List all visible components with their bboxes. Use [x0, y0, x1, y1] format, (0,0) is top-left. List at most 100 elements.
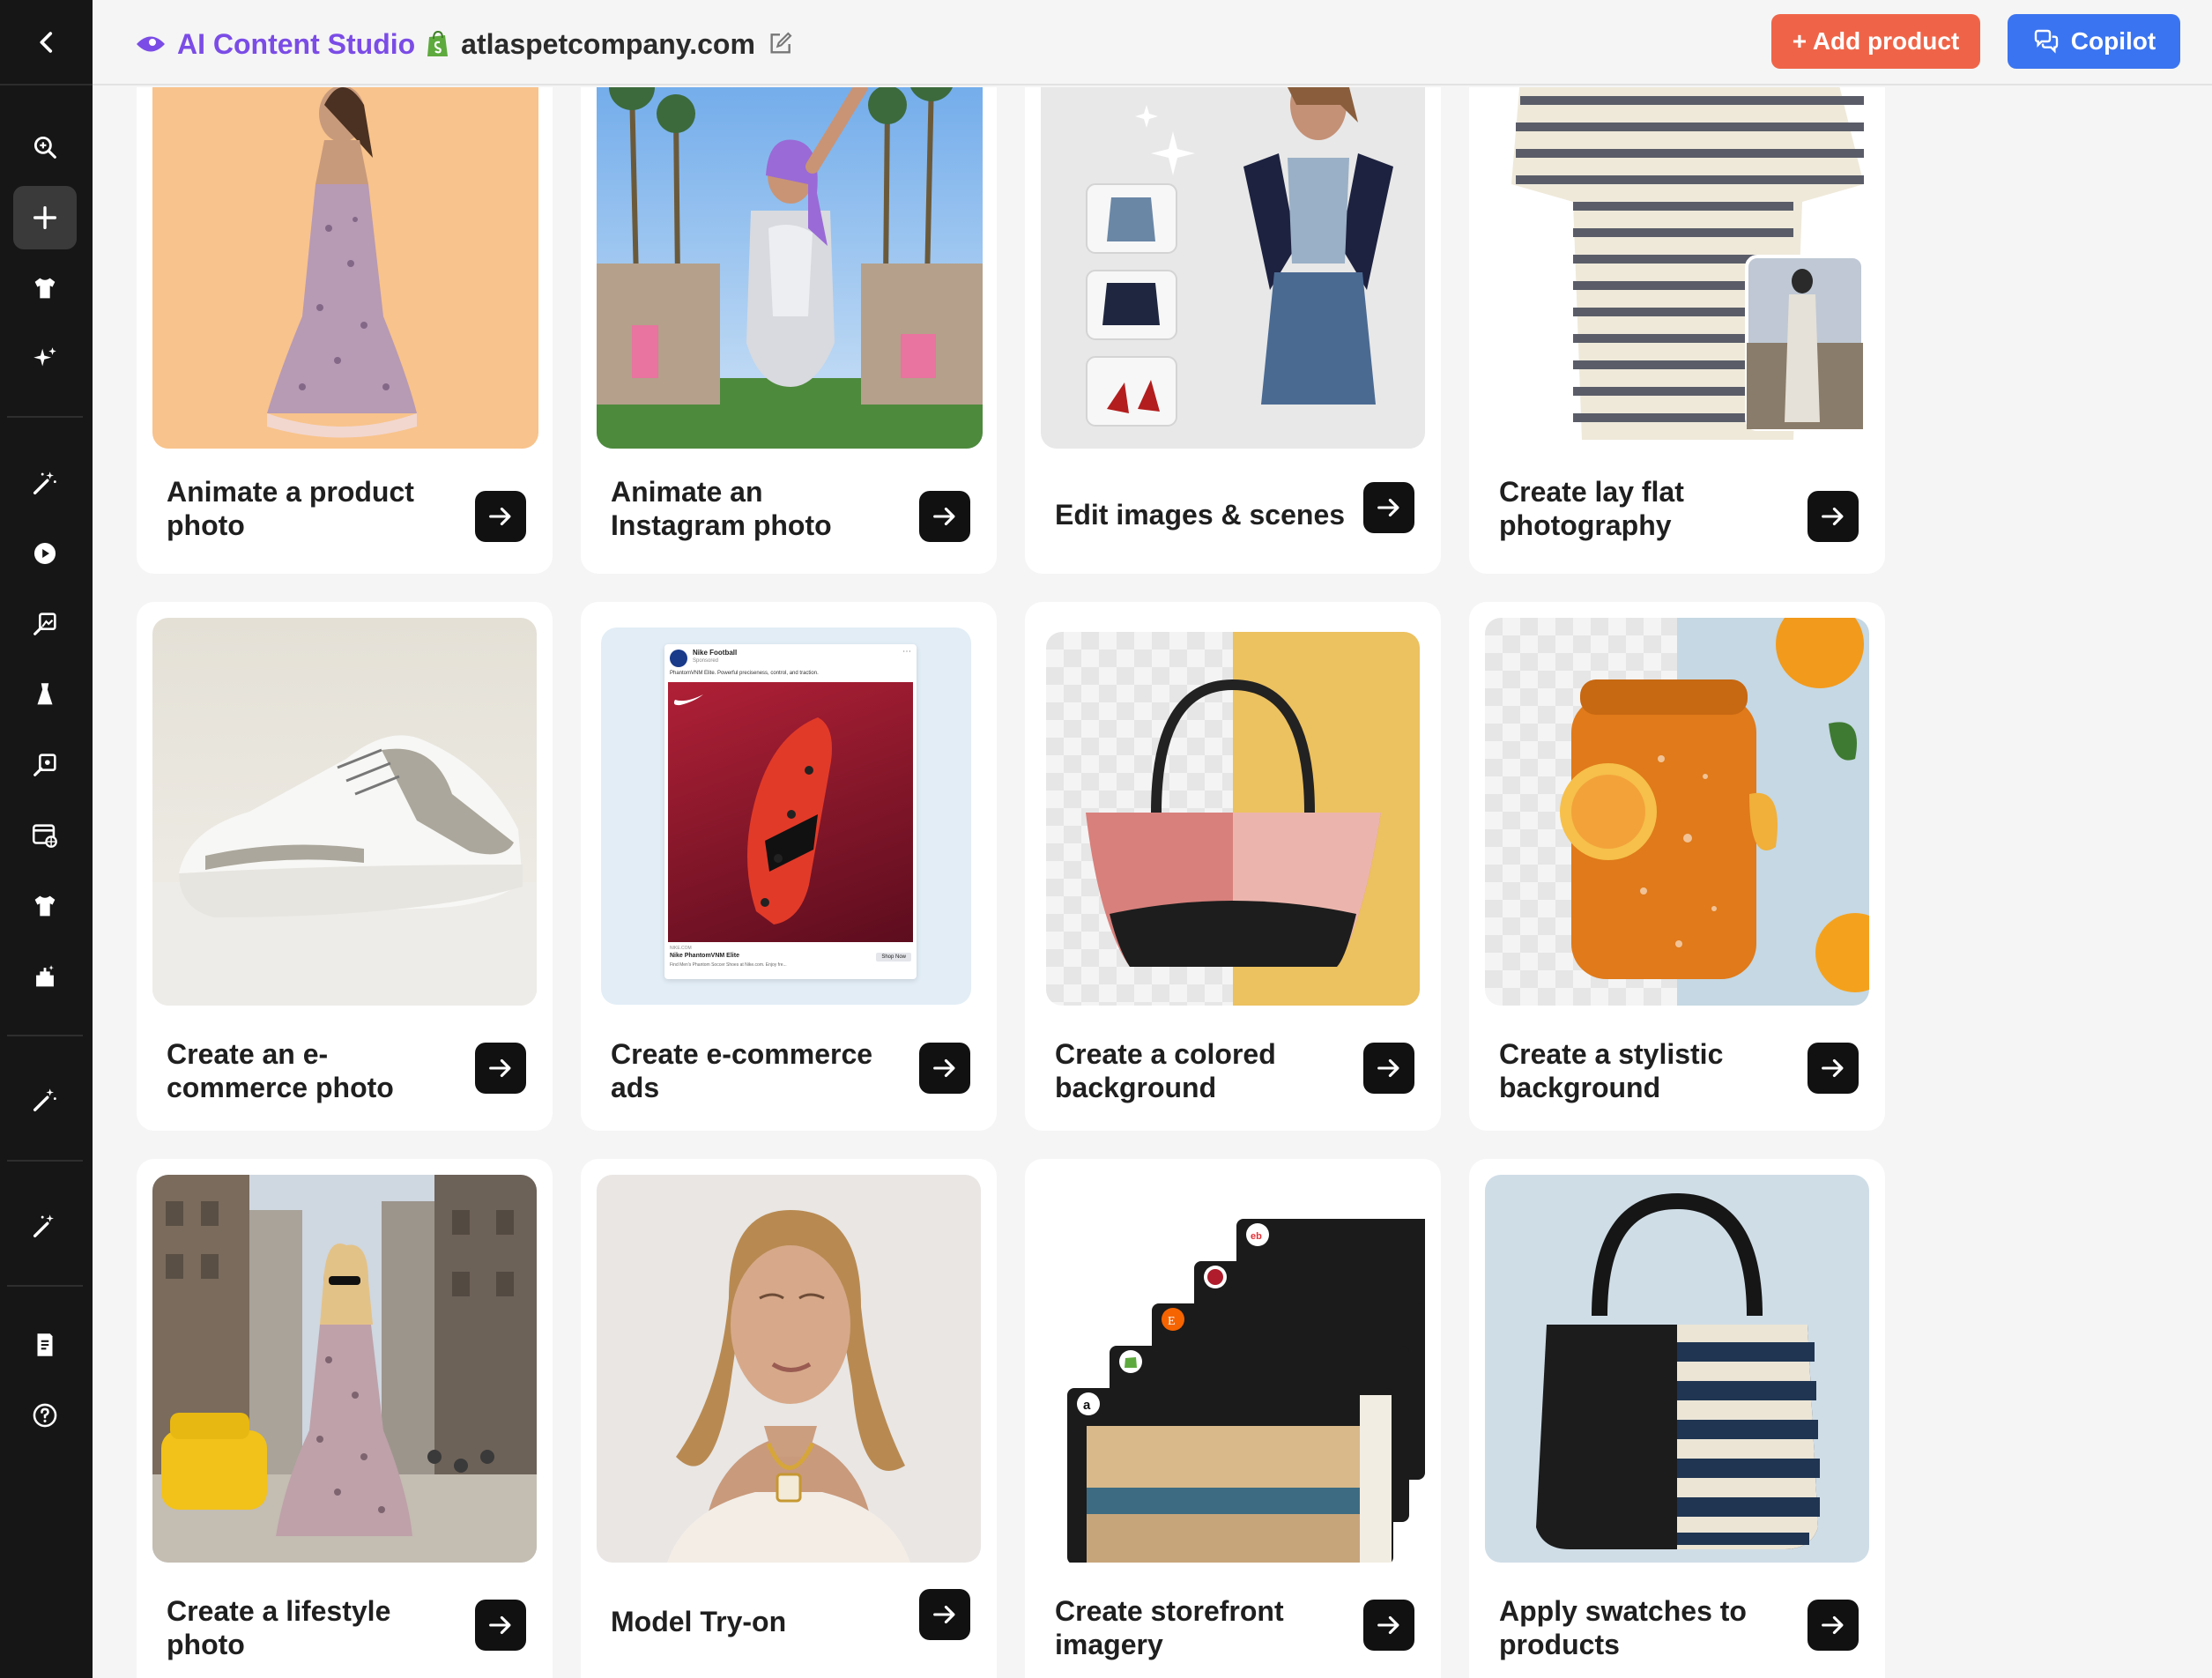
- arrow-right-icon: [1377, 498, 1399, 517]
- card-label: Create lay flat photography: [1499, 476, 1684, 541]
- shirt-icon: [34, 278, 56, 299]
- arrow-right-button[interactable]: [475, 1043, 526, 1094]
- card-label: Model Try-on: [611, 1606, 787, 1637]
- ad-sponsored: Sponsored: [693, 658, 719, 664]
- card-label: Animate an Instagram photo: [611, 476, 832, 541]
- magic-wand-icon: [33, 1214, 54, 1238]
- sidebar-item-web[interactable]: [13, 804, 77, 867]
- arrow-right-button[interactable]: [919, 1043, 970, 1094]
- arrow-right-button[interactable]: [1363, 1600, 1414, 1651]
- card-colored-background[interactable]: Create a colored background: [1025, 602, 1441, 1131]
- web-icon: [32, 824, 57, 848]
- sidebar-item-create[interactable]: [13, 186, 77, 249]
- shop-now-button[interactable]: Shop Now: [876, 953, 911, 962]
- card-image: [152, 1175, 537, 1563]
- sidebar-item-image-edit-2[interactable]: [13, 733, 77, 797]
- app-title: AI Content Studio: [177, 27, 416, 60]
- card-image: Nike Football Sponsored ⋯ PhantomVNM Eli…: [601, 627, 971, 1005]
- card-ecommerce-photo[interactable]: Create an e-commerce photo: [137, 602, 553, 1131]
- store-name: atlaspetcompany.com: [461, 27, 755, 60]
- sidebar-item-docs[interactable]: [13, 1313, 77, 1377]
- card-image: [1041, 87, 1425, 449]
- sidebar-item-products[interactable]: [13, 256, 77, 320]
- sidebar-item-help[interactable]: [13, 1384, 77, 1447]
- arrow-right-icon: [933, 507, 955, 526]
- chevron-left-icon: [39, 31, 52, 53]
- arrow-right-icon: [933, 1605, 955, 1624]
- shirt-icon: [34, 895, 56, 917]
- sidebar-item-magic-3[interactable]: [13, 1194, 77, 1258]
- arrow-right-icon: [933, 1058, 955, 1078]
- sidebar-item-video[interactable]: [13, 522, 77, 585]
- copilot-label: Copilot: [2070, 27, 2156, 55]
- chat-bubbles-icon: [2034, 29, 2058, 54]
- card-lay-flat-photography[interactable]: Create lay flat photography: [1469, 87, 1885, 574]
- sparkles-icon: [33, 347, 56, 367]
- arrow-right-button[interactable]: [1807, 1600, 1859, 1651]
- card-model-try-on[interactable]: Model Try-on: [581, 1159, 997, 1678]
- play-icon: [33, 542, 56, 565]
- ad-caption: PhantomVNM Elite. Powerful preciseness, …: [670, 671, 819, 676]
- ad-preview: Nike Football Sponsored ⋯ PhantomVNM Eli…: [664, 644, 917, 979]
- magic-wand-icon: [33, 1088, 56, 1112]
- back-button[interactable]: [0, 0, 93, 85]
- card-storefront-imagery[interactable]: eb E a Create storefront imagery: [1025, 1159, 1441, 1678]
- arrow-right-button[interactable]: [1807, 491, 1859, 542]
- card-lifestyle-photo[interactable]: Create a lifestyle photo: [137, 1159, 553, 1678]
- arrow-right-icon: [1377, 1615, 1399, 1635]
- arrow-right-icon: [1377, 1058, 1399, 1078]
- svg-text:a: a: [1083, 1398, 1091, 1413]
- card-label: Create storefront imagery: [1055, 1595, 1284, 1660]
- sidebar-item-magic[interactable]: [13, 451, 77, 515]
- content-grid: Animate a product photo Animate an Insta: [93, 87, 2212, 1678]
- arrow-right-button[interactable]: [919, 491, 970, 542]
- add-product-button[interactable]: + Add product: [1771, 14, 1980, 69]
- card-image: [1485, 618, 1869, 1006]
- card-edit-images-scenes[interactable]: Edit images & scenes: [1025, 87, 1441, 574]
- card-image: eb E a: [1041, 1175, 1425, 1563]
- edit-icon[interactable]: [766, 30, 794, 58]
- sidebar-item-shirt[interactable]: [13, 874, 77, 938]
- dress-icon: [37, 683, 53, 705]
- card-label: Create a stylistic background: [1499, 1038, 1724, 1103]
- image-edit-icon: [33, 754, 56, 776]
- card-stylistic-background[interactable]: Create a stylistic background: [1469, 602, 1885, 1131]
- arrow-right-icon: [489, 507, 511, 526]
- arrow-right-icon: [1822, 507, 1844, 526]
- ad-product: Nike PhantomVNM Elite: [670, 953, 739, 959]
- sidebar-item-magic-2[interactable]: [13, 1068, 77, 1132]
- arrow-right-icon: [1822, 1058, 1844, 1078]
- sidebar-item-image-edit[interactable]: [13, 592, 77, 656]
- arrow-right-button[interactable]: [1363, 1043, 1414, 1094]
- svg-text:eb: eb: [1251, 1231, 1262, 1242]
- card-image: [152, 87, 538, 449]
- ad-account: Nike Football: [693, 649, 738, 657]
- card-image: [1046, 632, 1420, 1006]
- arrow-right-button[interactable]: [1363, 482, 1414, 533]
- sidebar-item-apparel[interactable]: [13, 663, 77, 726]
- account-avatar: [670, 650, 687, 667]
- card-label: Create an e-commerce photo: [167, 1038, 394, 1103]
- sidebar-divider: [7, 1285, 83, 1287]
- arrow-right-button[interactable]: [475, 491, 526, 542]
- arrow-right-button[interactable]: [475, 1600, 526, 1651]
- eye-logo-icon: [137, 36, 165, 52]
- sidebar-item-search[interactable]: [13, 115, 77, 179]
- card-apply-swatches[interactable]: Apply swatches to products: [1469, 1159, 1885, 1678]
- card-image: [597, 87, 983, 449]
- arrow-right-button[interactable]: [1807, 1043, 1859, 1094]
- card-label: Apply swatches to products: [1499, 1595, 1747, 1660]
- sidebar-item-scene[interactable]: [13, 945, 77, 1008]
- card-ecommerce-ads[interactable]: Nike Football Sponsored ⋯ PhantomVNM Eli…: [581, 602, 997, 1131]
- card-label: Animate a product photo: [167, 476, 414, 541]
- ad-image: [668, 682, 913, 942]
- sidebar-item-ai[interactable]: [13, 327, 77, 390]
- magic-wand-icon: [33, 471, 56, 495]
- top-bar: AI Content Studio atlaspetcompany.com + …: [93, 0, 2212, 85]
- more-icon[interactable]: ⋯: [902, 647, 911, 657]
- copilot-button[interactable]: Copilot: [2008, 14, 2180, 69]
- card-animate-instagram-photo[interactable]: Animate an Instagram photo: [581, 87, 997, 574]
- card-animate-product-photo[interactable]: Animate a product photo: [137, 87, 553, 574]
- card-image: [1485, 1175, 1869, 1563]
- arrow-right-button[interactable]: [919, 1589, 970, 1640]
